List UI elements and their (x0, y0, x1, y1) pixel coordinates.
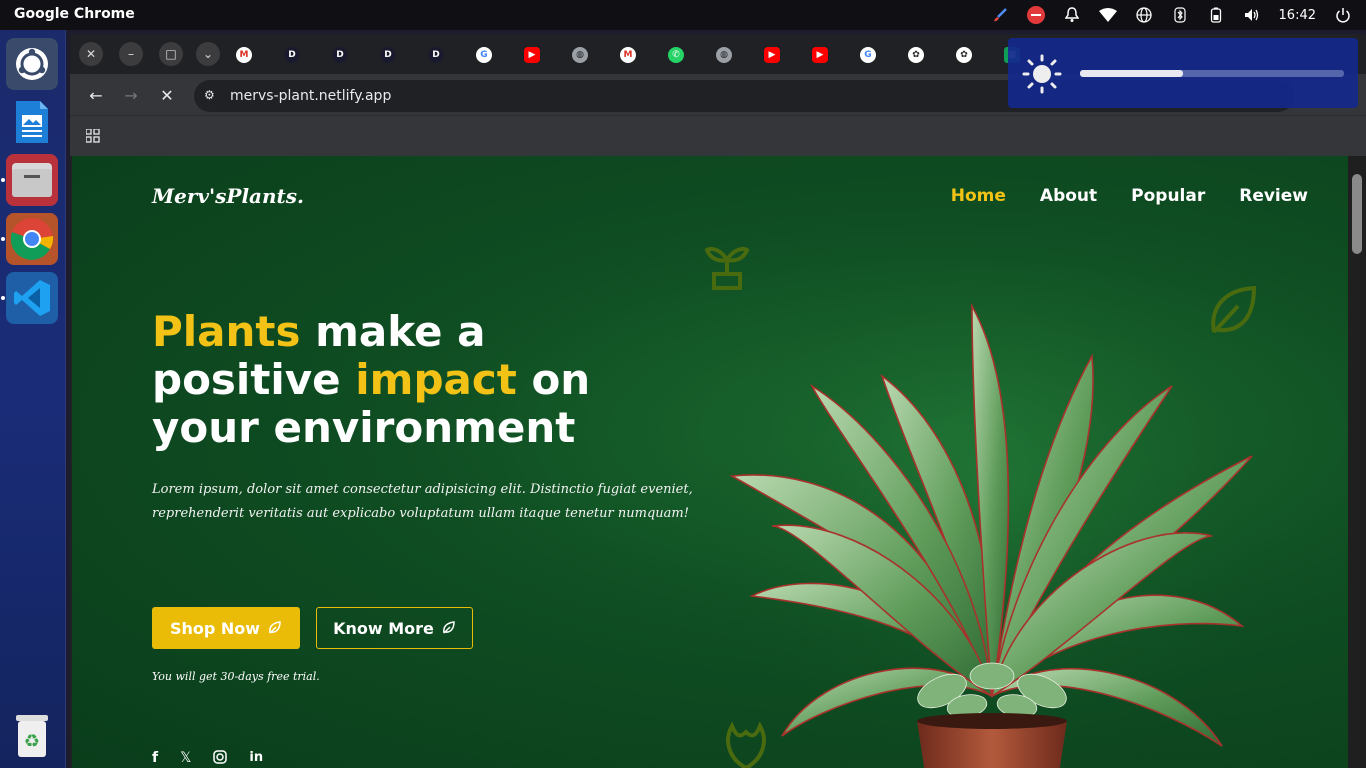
shop-now-label: Shop Now (169, 618, 261, 638)
brush-icon[interactable] (991, 6, 1009, 24)
system-tray: 16:42 (991, 0, 1352, 30)
tab-globe-icon[interactable]: ◍ (716, 47, 732, 63)
headline-text: on (516, 355, 591, 404)
dock-trash[interactable]: ♻ (6, 710, 58, 762)
tab-search-button[interactable]: ⌄ (196, 42, 220, 66)
headline-word-impact: impact (355, 355, 517, 404)
folder-icon (12, 163, 52, 197)
linkedin-icon[interactable]: in (249, 750, 263, 768)
free-trial-note: You will get 30-days free trial. (152, 670, 320, 683)
battery-icon[interactable] (1207, 6, 1225, 24)
x-icon[interactable]: 𝕏 (180, 750, 191, 768)
stop-loading-button[interactable]: ✕ (155, 83, 179, 107)
instagram-icon[interactable] (213, 750, 228, 768)
plant-image (712, 266, 1272, 768)
tab-youtube-icon[interactable]: ▶ (524, 47, 540, 63)
tab-youtube-icon[interactable]: ▶ (764, 47, 780, 63)
brightness-level (1080, 70, 1183, 77)
site-info-icon[interactable]: ⚙ (204, 88, 215, 102)
leaf-icon (442, 621, 455, 634)
page-scrollbar[interactable] (1348, 156, 1366, 768)
hero-description: Lorem ipsum, dolor sit amet consectetur … (152, 482, 693, 521)
chrome-icon (10, 218, 54, 260)
dock-vscode[interactable] (1, 272, 58, 324)
maximize-window-button[interactable]: □ (159, 42, 183, 66)
do-not-disturb-icon[interactable] (1026, 6, 1045, 24)
close-window-button[interactable]: ✕ (79, 42, 103, 66)
headline-word-plants: Plants (152, 307, 301, 356)
trash-icon: ♻ (16, 715, 48, 757)
site-logo[interactable]: Merv'sPlants. (152, 184, 304, 208)
tab-gmail-icon[interactable]: M (620, 47, 636, 63)
volume-icon[interactable] (1243, 6, 1261, 24)
nav-review[interactable]: Review (1239, 186, 1308, 206)
bluetooth-icon[interactable] (1171, 6, 1189, 24)
tab-openai-icon[interactable]: ✿ (956, 47, 972, 63)
tab-d-icon[interactable]: D (428, 47, 444, 63)
svg-text:♻: ♻ (24, 731, 40, 752)
application-dock: ♻ (0, 30, 66, 768)
dock-text-editor[interactable] (6, 96, 58, 148)
tab-whatsapp-icon[interactable]: ✆ (668, 47, 684, 63)
system-top-bar: Google Chrome 16:42 (0, 0, 1366, 30)
dock-ubuntu-apps[interactable] (6, 38, 58, 90)
leaf-icon (269, 621, 281, 634)
back-button[interactable]: ← (84, 83, 108, 107)
headline-text: positive (152, 355, 356, 404)
tab-d-icon[interactable]: D (380, 47, 396, 63)
active-app-title: Google Chrome (14, 6, 135, 22)
tab-openai-icon[interactable]: ✿ (908, 47, 924, 63)
brightness-sun-icon (1022, 54, 1062, 94)
scrollbar-thumb[interactable] (1352, 174, 1362, 254)
know-more-button[interactable]: Know More (316, 607, 473, 649)
clock[interactable]: 16:42 (1279, 8, 1316, 23)
headline-text: your environment (152, 403, 576, 452)
web-page: Merv'sPlants. Home About Popular Review … (72, 156, 1348, 768)
tab-google-icon[interactable]: G (476, 47, 492, 63)
tab-globe-icon[interactable]: ◍ (572, 47, 588, 63)
wifi-icon[interactable] (1098, 6, 1117, 24)
brightness-osd (1008, 38, 1358, 108)
nav-popular[interactable]: Popular (1131, 186, 1205, 206)
minimize-window-button[interactable]: – (119, 42, 143, 66)
shop-now-button[interactable]: Shop Now (152, 607, 300, 649)
facebook-icon[interactable]: f (152, 750, 158, 768)
hero-headline: Plants make a positive impact on your en… (152, 308, 672, 452)
tab-youtube-icon[interactable]: ▶ (812, 47, 828, 63)
power-icon[interactable] (1334, 6, 1352, 24)
url-text[interactable]: mervs-plant.netlify.app (230, 88, 391, 104)
know-more-label: Know More (333, 618, 434, 638)
document-editor-icon (16, 101, 48, 143)
dock-files[interactable] (1, 154, 58, 206)
tab-d-icon[interactable]: D (284, 47, 300, 63)
social-links: f 𝕏 in (152, 750, 263, 768)
tab-gmail-icon[interactable]: M (236, 47, 252, 63)
apps-grid-icon[interactable] (85, 128, 100, 147)
forward-button[interactable]: → (119, 83, 143, 107)
chrome-window: ✕ – □ ⌄ M D D D D G ▶ ◍ M ✆ ◍ ▶ ▶ G ✿ ✿ … (70, 34, 1366, 768)
site-nav: Home About Popular Review (951, 186, 1308, 206)
nav-about[interactable]: About (1040, 186, 1097, 206)
dock-chrome[interactable] (1, 213, 58, 265)
nav-home[interactable]: Home (951, 186, 1006, 206)
bookmarks-bar (70, 116, 1366, 156)
tab-google-icon[interactable]: G (860, 47, 876, 63)
brightness-slider[interactable] (1080, 70, 1344, 77)
notification-bell-icon[interactable] (1063, 6, 1081, 24)
network-globe-icon[interactable] (1135, 6, 1153, 24)
ubuntu-logo-icon (16, 48, 48, 80)
headline-text: make a (300, 307, 486, 356)
tab-d-icon[interactable]: D (332, 47, 348, 63)
vscode-icon (14, 280, 50, 316)
